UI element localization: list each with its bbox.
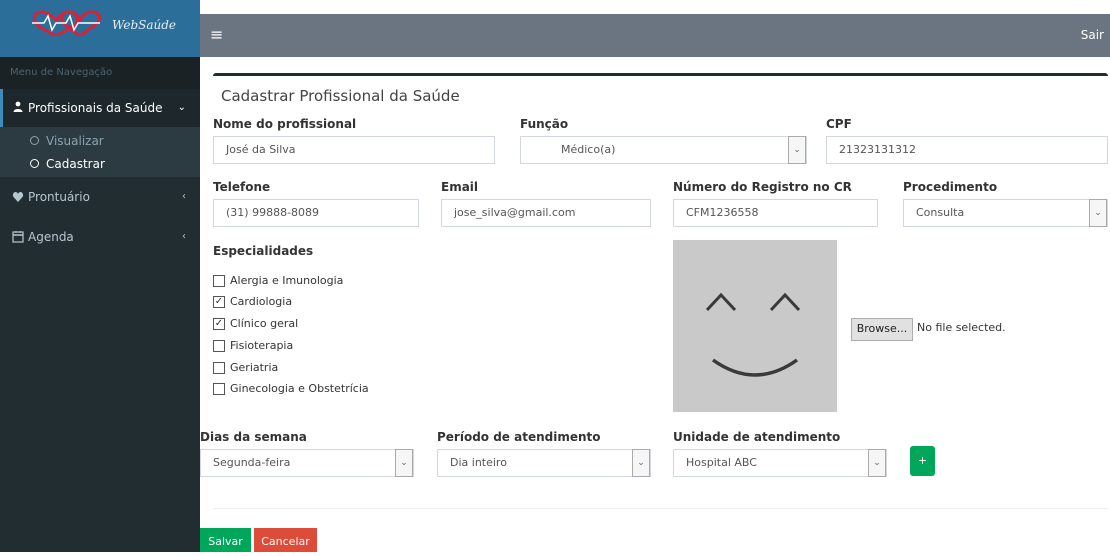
checkbox-label: Ginecologia e Obstetrícia [230, 382, 369, 395]
procedimento-value: Consulta [916, 206, 965, 219]
especialidades-label: Especialidades [213, 244, 314, 258]
nome-label: Nome do profissional [213, 117, 357, 131]
checkbox-checked[interactable]: ✓ [213, 296, 225, 308]
email-input[interactable]: jose_silva@gmail.com [441, 199, 651, 227]
periodo-select[interactable]: Dia inteiro ⌄ [437, 449, 651, 477]
dias-select[interactable]: Segunda-feira ⌄ [200, 449, 414, 477]
users-icon [13, 101, 23, 112]
top-navbar: ≡ Sair [200, 14, 1110, 57]
chevron-down-icon: ⌄ [788, 136, 806, 164]
sidebar-item-prontuario[interactable]: Prontuário ‹ [0, 178, 200, 216]
hamburger-icon[interactable]: ≡ [210, 26, 223, 44]
sidebar: WebSaúde Menu de Navegação Profissionais… [0, 0, 200, 552]
procedimento-select[interactable]: Consulta ⌄ [903, 199, 1108, 227]
nav-header: Menu de Navegação [0, 57, 200, 89]
logout-link[interactable]: Sair [1081, 28, 1104, 42]
dias-value: Segunda-feira [213, 456, 291, 469]
telefone-input[interactable]: (31) 99888-8089 [213, 199, 419, 227]
checkbox-label: Alergia e Imunologia [230, 274, 344, 287]
procedimento-label: Procedimento [903, 180, 998, 194]
checkbox-label: Fisioterapia [230, 339, 294, 352]
submenu-item-label: Visualizar [46, 134, 104, 148]
sidebar-item-profissionais[interactable]: Profissionais da Saúde ⌄ [0, 89, 200, 127]
nome-input[interactable]: José da Silva [213, 136, 495, 164]
heartbeat-icon [12, 192, 24, 202]
funcao-value: Médico(a) [561, 143, 616, 156]
unidade-value: Hospital ABC [686, 456, 757, 469]
browse-button[interactable]: Browse... [851, 318, 913, 341]
save-button[interactable]: Salvar [200, 528, 251, 552]
checkbox[interactable] [213, 340, 225, 352]
chevron-left-icon: ‹ [182, 191, 186, 202]
circle-icon [30, 136, 39, 145]
websaude-logo-icon [32, 10, 101, 36]
logo-bar[interactable]: WebSaúde [0, 0, 200, 57]
chevron-left-icon: ‹ [182, 231, 186, 242]
dias-label: Dias da semana [200, 430, 307, 444]
periodo-label: Período de atendimento [437, 430, 601, 444]
checkbox-checked[interactable]: ✓ [213, 318, 225, 330]
submenu-item-label: Cadastrar [46, 157, 105, 171]
checkbox-label: Geriatria [230, 361, 279, 374]
divider [213, 508, 1108, 509]
profile-photo-placeholder [673, 240, 837, 412]
sidebar-item-agenda[interactable]: Agenda ‹ [0, 218, 200, 256]
smiley-face-icon [705, 292, 801, 377]
chevron-down-icon: ⌄ [395, 449, 413, 477]
checkbox[interactable] [213, 275, 225, 287]
checkbox[interactable] [213, 383, 225, 395]
checkbox-label: Clínico geral [230, 317, 299, 330]
sidebar-item-label: Prontuário [28, 190, 90, 204]
unidade-select[interactable]: Hospital ABC ⌄ [673, 449, 887, 477]
telefone-label: Telefone [213, 180, 271, 194]
cancel-button[interactable]: Cancelar [254, 528, 317, 552]
unidade-label: Unidade de atendimento [673, 430, 841, 444]
submenu-item-cadastrar[interactable]: Cadastrar [0, 153, 200, 175]
submenu-item-visualizar[interactable]: Visualizar [0, 130, 200, 152]
add-button[interactable]: + [910, 446, 935, 476]
cpf-label: CPF [826, 117, 852, 131]
cpf-input[interactable]: 21323131312 [826, 136, 1108, 164]
chevron-down-icon: ⌄ [632, 449, 650, 477]
page-title: Cadastrar Profissional da Saúde [221, 87, 460, 105]
registro-input[interactable]: CFM1236558 [673, 199, 878, 227]
funcao-select[interactable]: Médico(a) ⌄ [520, 136, 807, 164]
calendar-icon [12, 231, 24, 243]
registro-label: Número do Registro no CR [673, 180, 852, 194]
logo-text: WebSaúde [112, 18, 177, 32]
sidebar-item-label: Profissionais da Saúde [28, 101, 163, 115]
chevron-down-icon: ⌄ [177, 102, 186, 113]
chevron-down-icon: ⌄ [1089, 199, 1107, 227]
chevron-down-icon: ⌄ [868, 449, 886, 477]
periodo-value: Dia inteiro [450, 456, 507, 469]
file-status: No file selected. [917, 321, 1006, 334]
sidebar-item-label: Agenda [28, 230, 74, 244]
funcao-label: Função [520, 117, 569, 131]
checkbox[interactable] [213, 362, 225, 374]
submenu: Visualizar Cadastrar [0, 127, 200, 177]
circle-icon [30, 159, 39, 168]
email-label: Email [441, 180, 479, 194]
checkbox-label: Cardiologia [230, 295, 293, 308]
